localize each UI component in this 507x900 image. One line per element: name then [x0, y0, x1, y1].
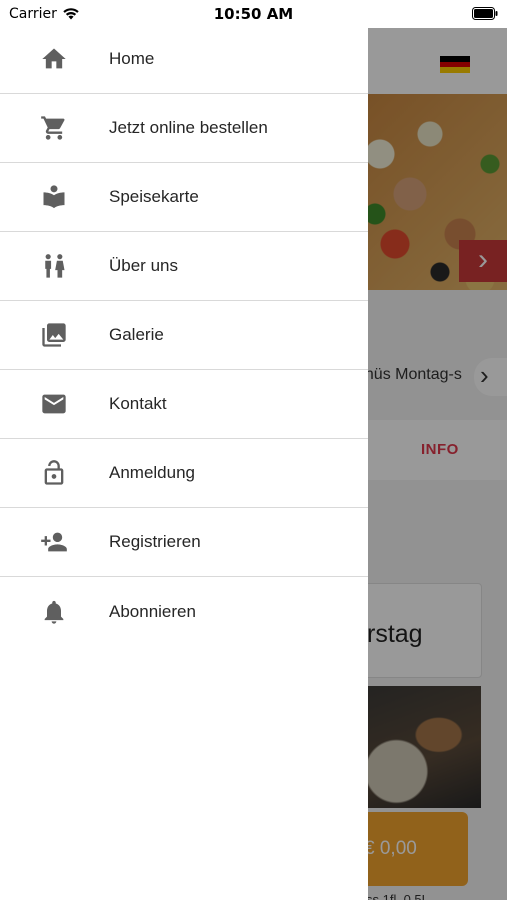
status-time: 10:50 AM [213, 5, 294, 23]
drawer-item-register[interactable]: Registrieren [0, 508, 368, 577]
people-icon [40, 252, 68, 280]
drawer-item-label: Anmeldung [109, 463, 196, 482]
drawer-item-order-online[interactable]: Jetzt online bestellen [0, 94, 368, 163]
home-icon [40, 45, 68, 73]
drawer-item-gallery[interactable]: Galerie [0, 301, 368, 370]
drawer-item-label: Jetzt online bestellen [109, 118, 268, 137]
gallery-icon [40, 321, 68, 349]
drawer-item-home[interactable]: Home [0, 25, 368, 94]
navigation-drawer: Home Jetzt online bestellen Speisekarte … [0, 0, 368, 900]
drawer-item-about-us[interactable]: Über uns [0, 232, 368, 301]
drawer-item-contact[interactable]: Kontakt [0, 370, 368, 439]
drawer-item-label: Galerie [109, 325, 164, 344]
status-bar: Carrier 10:50 AM [0, 0, 507, 28]
drawer-menu: Home Jetzt online bestellen Speisekarte … [0, 25, 368, 646]
drawer-item-label: Über uns [109, 256, 178, 275]
cart-icon [40, 114, 68, 142]
battery-icon [472, 7, 498, 20]
drawer-item-label: Registrieren [109, 532, 201, 551]
drawer-item-label: Kontakt [109, 394, 167, 413]
mail-icon [40, 390, 68, 418]
drawer-item-login[interactable]: Anmeldung [0, 439, 368, 508]
drawer-item-label: Speisekarte [109, 187, 199, 206]
drawer-item-subscribe[interactable]: Abonnieren [0, 577, 368, 646]
menu-book-icon [40, 183, 68, 211]
drawer-item-label: Abonnieren [109, 601, 196, 621]
lock-open-icon [40, 459, 68, 487]
drawer-item-menu-card[interactable]: Speisekarte [0, 163, 368, 232]
drawer-item-label: Home [109, 49, 155, 68]
person-add-icon [40, 528, 68, 556]
bell-icon [40, 598, 68, 626]
